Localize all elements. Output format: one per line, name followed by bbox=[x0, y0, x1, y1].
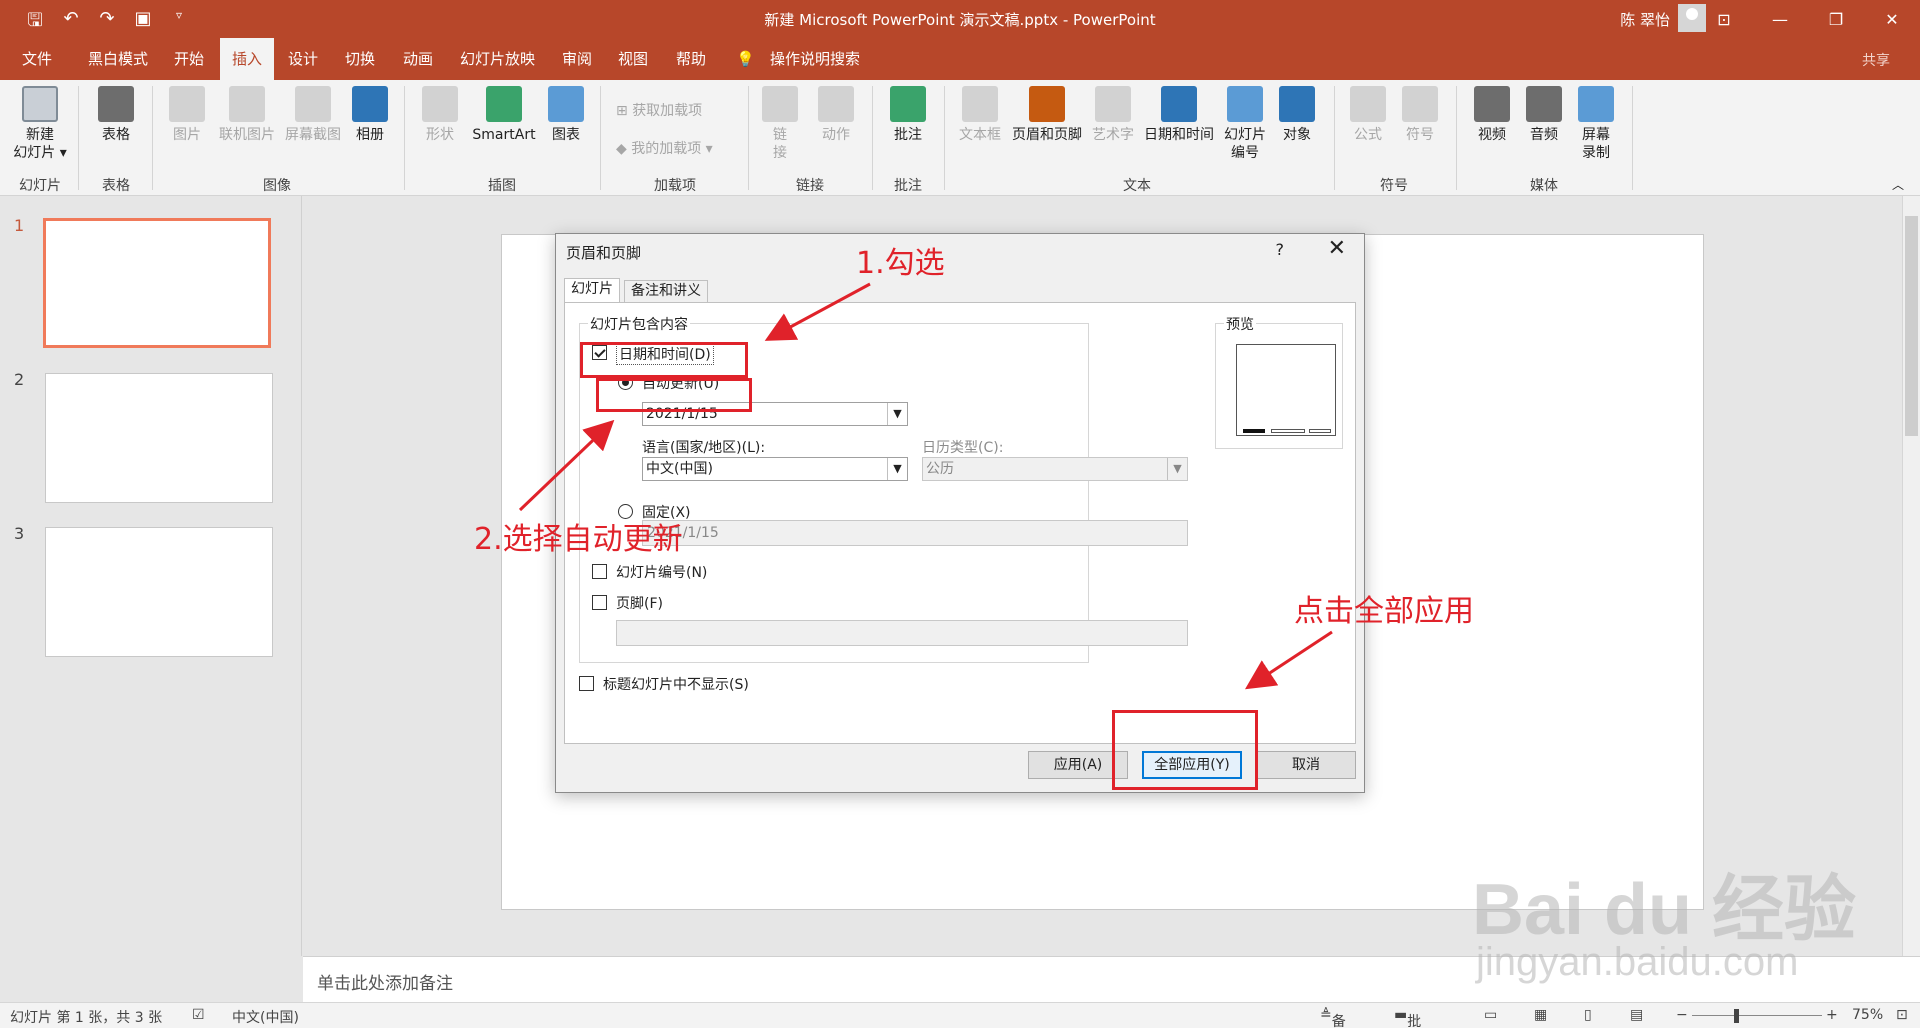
arrow-step3 bbox=[1244, 630, 1333, 690]
arrow-step1 bbox=[764, 282, 871, 341]
arrow-step2 bbox=[518, 419, 615, 512]
watermark-url: jingyan.baidu.com bbox=[1476, 940, 1799, 984]
